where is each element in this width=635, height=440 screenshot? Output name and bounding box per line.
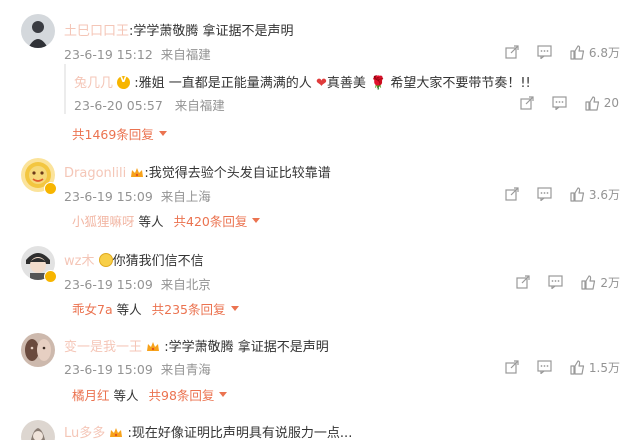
reply-user-name[interactable]: 乖女7a: [72, 299, 113, 318]
chevron-down-icon: [158, 131, 167, 136]
comment-2: Dragonlili :我觉得去验个头发自证比较靠谱 23-6-19 15:09…: [0, 150, 635, 238]
like-count: 6.8万: [588, 45, 620, 60]
sub-reply-location: 来自福建: [174, 98, 225, 113]
timestamp: 23-6-19 15:09: [64, 362, 153, 377]
thumbs-up-icon: [585, 95, 599, 111]
view-replies-link[interactable]: 小狐狸嘛呀 等人 共420条回复: [72, 211, 261, 230]
share-icon[interactable]: [520, 96, 534, 110]
like-button[interactable]: 3.6万: [570, 186, 620, 203]
reply-user-name[interactable]: 小狐狸嘛呀: [72, 211, 135, 230]
avatar[interactable]: [21, 420, 55, 440]
avatar[interactable]: [21, 14, 55, 48]
username[interactable]: 变一是我一王: [64, 340, 142, 355]
chevron-down-icon: [219, 392, 228, 397]
share-icon[interactable]: [505, 360, 519, 374]
comment-5: Lu多多 :现在好像证明比声明具有说服力一点...: [0, 414, 635, 440]
crown-icon: [110, 428, 123, 437]
like-count: 20: [603, 96, 619, 110]
smiley-emoji-icon: [98, 253, 113, 267]
timestamp: 23-6-19 15:12: [64, 47, 153, 62]
avatar[interactable]: [21, 333, 55, 367]
comment-text: :学学萧敬腾 拿证据不是声明: [164, 340, 329, 355]
replies-total[interactable]: 共420条回复: [174, 211, 248, 230]
comment-text: 你猜我们信不信: [112, 254, 204, 269]
like-count: 2万: [600, 275, 620, 290]
comment-icon[interactable]: [537, 360, 552, 374]
heart-emoji-icon: ❤: [315, 76, 327, 91]
like-button[interactable]: 1.5万: [570, 359, 620, 376]
chevron-down-icon: [230, 306, 239, 311]
username[interactable]: 土巳口口王: [64, 24, 129, 39]
view-replies-link[interactable]: 乖女7a 等人 共235条回复: [72, 299, 239, 318]
chevron-down-icon: [252, 218, 261, 223]
comment-icon[interactable]: [548, 275, 563, 289]
comment-icon[interactable]: [552, 96, 567, 110]
view-replies-link[interactable]: 橘月红 等人 共98条回复: [72, 385, 228, 404]
comment-text: :学学萧敬腾 拿证据不是声明: [129, 24, 294, 39]
replies-total[interactable]: 共98条回复: [149, 385, 215, 404]
comment-1: 土巳口口王:学学萧敬腾 拿证据不是声明 23-6-19 15:12 来自福建 6.…: [0, 0, 635, 150]
location: 来自青海: [160, 362, 211, 377]
location: 来自上海: [160, 189, 211, 204]
timestamp: 23-6-19 15:09: [64, 277, 153, 292]
verified-badge-icon: [117, 74, 131, 89]
share-icon[interactable]: [505, 45, 519, 59]
share-icon[interactable]: [516, 275, 530, 289]
comment-text: :我觉得去验个头发自证比较靠谱: [144, 166, 331, 181]
replies-deng: 等人: [113, 388, 139, 403]
like-count: 3.6万: [588, 187, 620, 202]
crown-icon: [147, 342, 160, 351]
crown-icon: [131, 168, 144, 177]
timestamp: 23-6-19 15:09: [64, 189, 153, 204]
location: 来自北京: [160, 277, 211, 292]
sub-reply: 兔几几 :雅姐 一直都是正能量满满的人 ❤真善美 🌹 希望大家不要带节奏！!! …: [64, 64, 619, 114]
location: 来自福建: [160, 47, 211, 62]
verified-badge-icon: [44, 270, 57, 283]
rose-emoji-icon: 🌹: [370, 76, 387, 91]
username[interactable]: wz木: [64, 254, 94, 269]
like-button[interactable]: 6.8万: [570, 44, 620, 61]
thumbs-up-icon: [570, 359, 585, 375]
comment-text: :现在好像证明比声明具有说服力一点...: [127, 426, 353, 440]
comment-3: wz木 你猜我们信不信 23-6-19 15:09 来自北京 2万 乖女7a 等人共…: [0, 238, 635, 326]
share-icon[interactable]: [505, 187, 519, 201]
sub-reply-text-3: 希望大家不要带节奏！!!: [386, 76, 531, 91]
sub-reply-timestamp: 23-6-20 05:57: [74, 98, 163, 113]
comment-4: 变一是我一王 :学学萧敬腾 拿证据不是声明 23-6-19 15:09 来自青海 …: [0, 326, 635, 414]
comment-icon[interactable]: [537, 45, 552, 59]
sub-reply-text-2: 真善美: [326, 76, 366, 91]
replies-total[interactable]: 共235条回复: [152, 299, 226, 318]
like-count: 1.5万: [588, 360, 620, 375]
username[interactable]: Lu多多: [64, 426, 105, 440]
replies-total[interactable]: 共1469条回复: [72, 124, 154, 143]
reply-user-name[interactable]: 橘月红: [72, 385, 110, 404]
sub-reply-username[interactable]: 兔几几: [74, 76, 113, 91]
username[interactable]: Dragonlili: [64, 166, 126, 181]
replies-deng: 等人: [116, 302, 142, 317]
like-button[interactable]: 20: [585, 95, 619, 111]
verified-badge-icon: [44, 182, 57, 195]
thumbs-up-icon: [570, 44, 585, 60]
sub-reply-text: :雅姐 一直都是正能量满满的人: [134, 76, 312, 91]
thumbs-up-icon: [570, 186, 585, 202]
like-button[interactable]: 2万: [581, 274, 620, 291]
comment-icon[interactable]: [537, 187, 552, 201]
replies-deng: 等人: [138, 214, 164, 229]
view-replies-link[interactable]: 共1469条回复: [72, 124, 167, 143]
thumbs-up-icon: [581, 274, 596, 290]
